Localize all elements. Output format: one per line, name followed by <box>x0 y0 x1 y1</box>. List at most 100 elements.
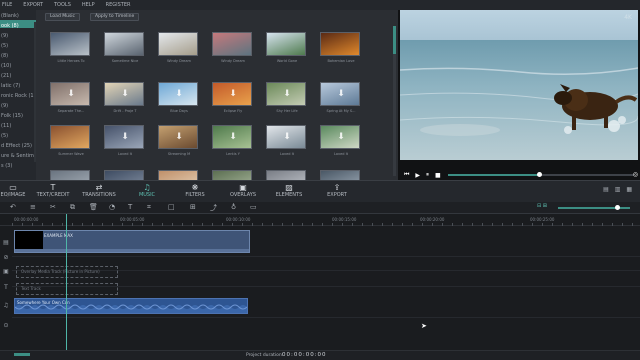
download-icon[interactable]: ⬇ <box>227 89 239 99</box>
pause-icon[interactable]: ⏸ <box>426 171 429 179</box>
download-icon[interactable]: ⬇ <box>173 89 185 99</box>
playback-progress-bar[interactable] <box>448 172 634 177</box>
category-item[interactable]: ronic Rock (15) <box>1 93 36 99</box>
music-thumbnail[interactable]: World Gone <box>266 32 306 63</box>
library-scrollbar[interactable] <box>393 26 396 176</box>
timeline-zoom-slider[interactable] <box>558 205 630 210</box>
layout-switch-icons[interactable]: ▤ ▥ ▦ <box>603 186 634 193</box>
download-icon[interactable]: ⬇ <box>281 89 293 99</box>
overlay-track-placeholder[interactable]: Overlay Media Track (Picture in Picture) <box>16 266 118 278</box>
download-icon[interactable]: ⬇ <box>335 89 347 99</box>
delete-icon[interactable]: 🗑 <box>89 203 98 211</box>
mosaic-icon[interactable]: ⊞ <box>190 203 196 211</box>
category-item[interactable]: (5) <box>1 133 8 139</box>
tab-overlays[interactable]: ▣ OVERLAYS <box>218 183 268 198</box>
tab-music[interactable]: ♫ MUSIC <box>122 183 172 198</box>
text-track-placeholder[interactable]: Text Track <box>16 283 118 295</box>
category-item[interactable]: (8) <box>1 53 8 59</box>
prev-frame-icon[interactable]: ⏮ <box>404 171 409 179</box>
adjust-icon[interactable]: ≡ <box>30 203 36 211</box>
undo-icon[interactable]: ↶ <box>10 203 16 211</box>
music-thumbnail[interactable]: ⬇ Shy Her Life <box>266 82 306 113</box>
category-item[interactable]: ook (8) <box>1 23 19 29</box>
music-thumbnail[interactable]: ⬇ Lentis Y <box>212 125 252 156</box>
menu-file[interactable]: FILE <box>2 2 12 8</box>
timeline-ruler[interactable]: 00:00:00:00 00:00:05:00 00:00:10:00 00:00:1… <box>0 214 640 226</box>
category-item[interactable]: (9) <box>1 33 8 39</box>
snapshot-icon[interactable]: ◎ <box>633 171 638 178</box>
audio-clip[interactable]: Somewhere Your Own Con <box>14 298 248 314</box>
tab-elements[interactable]: ▨ ELEMENTS <box>264 183 314 198</box>
download-icon[interactable]: ⬇ <box>119 89 131 99</box>
music-thumbnail[interactable]: ⬇ Loved It <box>266 125 306 156</box>
music-thumbnail[interactable]: Summer Wave <box>50 125 90 156</box>
music-thumbnail[interactable]: Sometime Nice <box>104 32 144 63</box>
category-item[interactable]: (21) <box>1 73 11 79</box>
cut-icon[interactable]: ✂ <box>50 203 56 211</box>
download-icon[interactable]: ⬇ <box>281 132 293 142</box>
menu-help[interactable]: HELP <box>82 2 95 8</box>
stop-icon[interactable]: ■ <box>435 172 441 179</box>
music-thumbnail[interactable]: ⬇ Eclipse Fly <box>212 82 252 113</box>
download-icon[interactable]: ⬇ <box>119 132 131 142</box>
record-icon[interactable]: ▭ <box>250 203 257 211</box>
video-clip[interactable]: EXAMPLE MAX <box>14 230 250 253</box>
tab-export[interactable]: ⇪ EXPORT <box>312 183 362 198</box>
category-item[interactable]: s (3) <box>1 163 12 169</box>
music-thumbnail[interactable]: ⬇ Streaming M <box>158 125 198 156</box>
music-thumbnail[interactable]: Windy Dream <box>158 32 198 63</box>
add-track-icon[interactable]: ⊙ <box>0 322 12 329</box>
download-icon[interactable]: ⬇ <box>173 132 185 142</box>
text-tool-icon[interactable]: T <box>128 203 132 211</box>
rectangle-icon[interactable]: □ <box>168 203 175 211</box>
horizontal-scroll-thumb[interactable] <box>14 353 30 356</box>
tab-transitions[interactable]: ⇄ TRANSITIONS <box>74 183 124 198</box>
category-item[interactable]: (9) <box>1 103 8 109</box>
library-scroll-thumb[interactable] <box>393 26 396 54</box>
music-thumbnail-caption: Blue Days <box>170 109 188 113</box>
zoom-slider-handle[interactable] <box>614 205 620 210</box>
progress-handle[interactable] <box>536 172 542 177</box>
music-thumbnail[interactable]: Bohemian Love <box>320 32 360 63</box>
download-icon[interactable]: ⬇ <box>227 132 239 142</box>
speed-icon[interactable]: ◔ <box>109 203 115 211</box>
video-track-icon: ▤ <box>3 239 9 246</box>
music-thumbnail[interactable]: ⬇ Drift - Proje T <box>104 82 144 113</box>
crop-icon[interactable]: ⌗ <box>147 203 151 212</box>
category-item[interactable]: d Effect (25) <box>1 143 32 149</box>
tab-text-credit[interactable]: T TEXT/CREDIT <box>28 183 78 198</box>
music-category-list: (Blank) ook (8) (9) (5) (8) (10) (21) latic (7)… <box>0 10 36 180</box>
music-thumbnail-caption: Windy Dream <box>221 59 245 63</box>
category-item[interactable]: (10) <box>1 63 11 69</box>
category-item[interactable]: latic (7) <box>1 83 20 89</box>
music-thumbnail[interactable]: ⬇ Separate The... <box>50 82 90 113</box>
play-icon[interactable]: ▶ <box>415 172 420 179</box>
music-thumbnail[interactable]: ⬇ Blue Days <box>158 82 198 113</box>
music-thumbnail-caption: Windy Dream <box>167 59 191 63</box>
category-item[interactable]: Folk (15) <box>1 113 23 119</box>
music-thumbnail[interactable]: Little Heroes To <box>50 32 90 63</box>
detach-icon[interactable]: ⤴ <box>210 203 217 213</box>
menu-tools[interactable]: TOOLS <box>54 2 71 8</box>
status-bar: Project duration: 00:00:00:00 <box>0 350 640 360</box>
playhead[interactable] <box>66 214 67 350</box>
menu-register[interactable]: REGISTER <box>106 2 131 8</box>
tab-filters[interactable]: ❋ FILTERS <box>170 183 220 198</box>
category-item[interactable]: (Blank) <box>1 13 19 19</box>
split-icon[interactable]: ⧉ <box>70 203 75 212</box>
load-music-button[interactable]: Load Music <box>45 13 81 21</box>
music-thumbnail[interactable]: ⬇ Spring At My S... <box>320 82 360 113</box>
menu-export[interactable]: EXPORT <box>23 2 43 8</box>
music-thumbnail[interactable]: ⬇ Loved It <box>320 125 360 156</box>
zoom-out-in-icons[interactable]: ⊟ ⊞ <box>537 203 547 209</box>
ruler-timecode: 00:00:15:00 <box>332 217 357 222</box>
category-item[interactable]: (5) <box>1 43 8 49</box>
download-icon[interactable]: ⬇ <box>335 132 347 142</box>
music-thumbnail[interactable]: Windy Dream <box>212 32 252 63</box>
category-item[interactable]: ure & Sentime... <box>1 153 36 159</box>
mic-icon[interactable]: ♁ <box>231 203 236 211</box>
apply-to-timeline-button[interactable]: Apply to Timeline <box>90 13 140 21</box>
music-thumbnail[interactable]: ⬇ Loved It <box>104 125 144 156</box>
download-icon[interactable]: ⬇ <box>65 89 77 99</box>
category-item[interactable]: (11) <box>1 123 11 129</box>
